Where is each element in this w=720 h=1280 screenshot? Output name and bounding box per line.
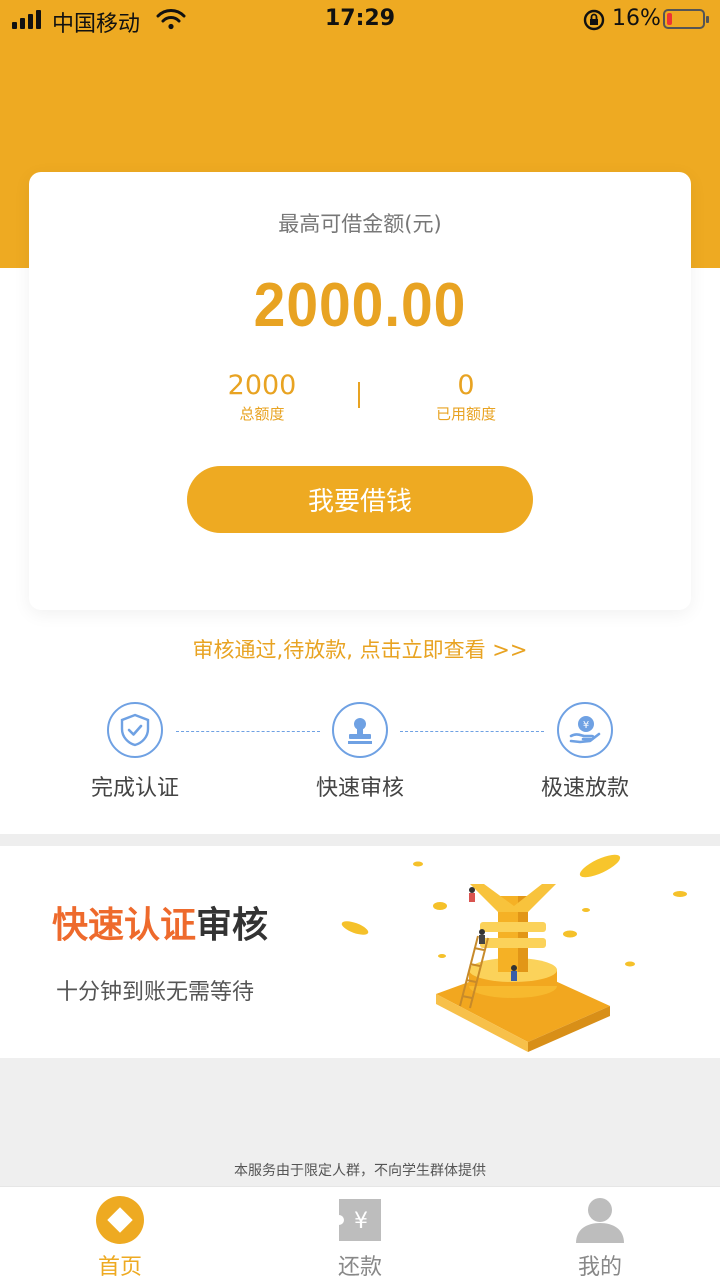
- section-divider: [0, 834, 720, 846]
- tab-label: 首页: [97, 1255, 142, 1280]
- banner-subtitle: 十分钟到账无需等待: [56, 980, 255, 1005]
- used-limit-label: 已用额度: [435, 405, 496, 423]
- total-limit-label: 总额度: [239, 405, 285, 423]
- step-label: 完成认证: [90, 776, 179, 801]
- yen-coins-illustration: [338, 846, 698, 1062]
- hand-yen-icon: ¥: [557, 702, 613, 758]
- banner-title: 快速认证审核: [52, 896, 268, 948]
- battery-percent: 16%: [612, 6, 661, 31]
- tab-repay[interactable]: ¥ 还款: [280, 1195, 440, 1280]
- yen-ticket-icon: ¥: [335, 1195, 385, 1245]
- borrow-button[interactable]: 我要借钱: [187, 466, 533, 533]
- rotation-lock-icon: [582, 8, 606, 38]
- home-diamond-icon: [95, 1195, 145, 1245]
- tab-label: 还款: [337, 1255, 382, 1280]
- total-limit: 2000 总额度: [162, 370, 362, 424]
- battery-icon: [663, 9, 709, 29]
- step-label: 极速放款: [540, 776, 629, 801]
- status-bar: 中国移动 17:29 16%: [0, 0, 720, 40]
- bottom-tab-bar: 首页 ¥ 还款 我的: [0, 1186, 720, 1280]
- svg-text:¥: ¥: [354, 1209, 368, 1234]
- banner-title-rest: 审核: [196, 905, 269, 946]
- used-limit-value: 0: [457, 370, 475, 401]
- credit-card-panel: 最高可借金额(元) 2000.00 2000 总额度 0 已用额度 我要借钱: [29, 172, 691, 610]
- step-label: 快速审核: [315, 776, 404, 801]
- shield-check-icon: [107, 702, 163, 758]
- svg-text:¥: ¥: [583, 720, 589, 731]
- tab-mine[interactable]: 我的: [520, 1195, 680, 1280]
- max-amount-value: 2000.00: [253, 271, 467, 340]
- used-limit: 0 已用额度: [366, 370, 566, 424]
- promo-banner[interactable]: 快速认证审核 十分钟到账无需等待: [0, 846, 720, 1058]
- banner-title-accent: 快速认证: [52, 905, 197, 946]
- total-limit-value: 2000: [227, 370, 297, 401]
- step-verification: 完成认证: [45, 702, 225, 802]
- tab-label: 我的: [577, 1255, 622, 1280]
- step-disbursement: ¥ 极速放款: [495, 702, 675, 802]
- battery-level: [667, 13, 672, 25]
- loan-status-notice[interactable]: 审核通过,待放款, 点击立即查看 >>: [0, 634, 720, 664]
- step-review: 快速审核: [270, 702, 450, 802]
- stat-divider: [358, 382, 360, 408]
- max-amount-label: 最高可借金额(元): [278, 212, 442, 236]
- stamp-icon: [332, 702, 388, 758]
- user-icon: [575, 1195, 625, 1245]
- tab-home[interactable]: 首页: [40, 1195, 200, 1280]
- service-disclaimer: 本服务由于限定人群，不向学生群体提供: [234, 1163, 486, 1179]
